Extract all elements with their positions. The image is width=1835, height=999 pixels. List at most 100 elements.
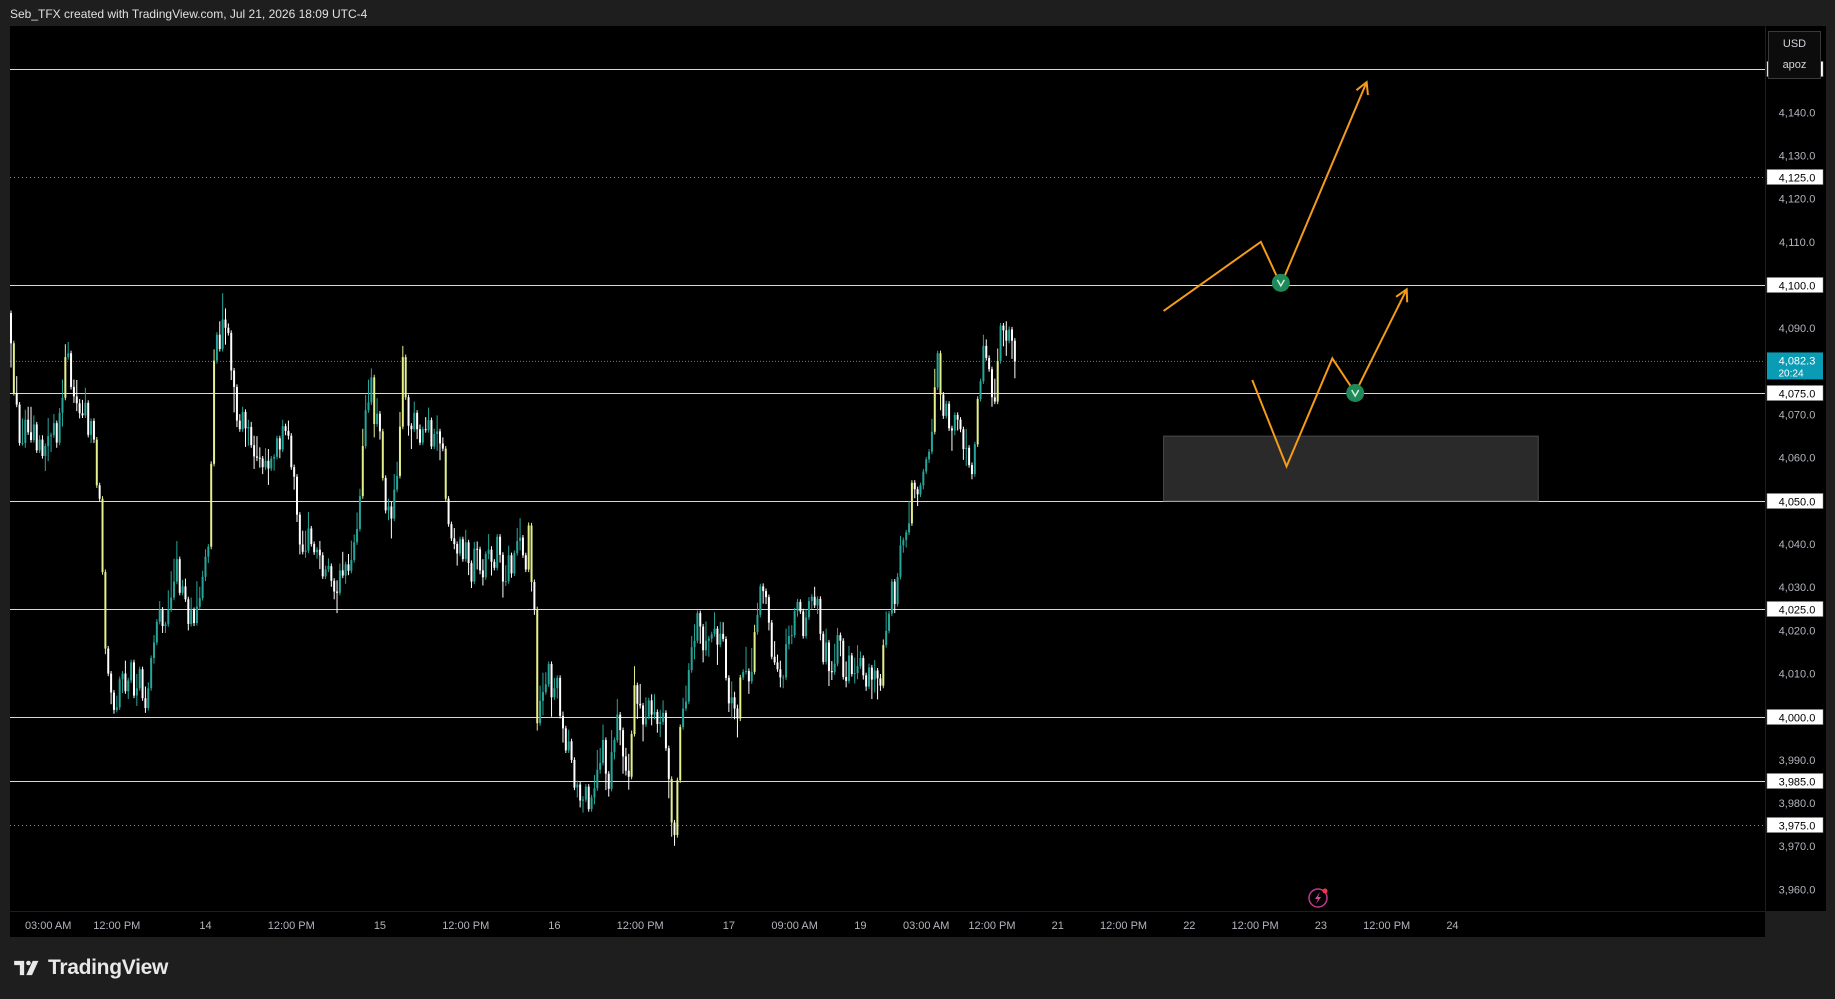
time-tick-label: 12:00 PM [268, 920, 315, 932]
candle-body [822, 633, 825, 662]
time-tick-label: 17 [723, 920, 735, 932]
candle-body [447, 498, 450, 525]
candle-body [430, 420, 433, 447]
candle-body [396, 475, 399, 490]
demand-zone[interactable] [1163, 435, 1539, 502]
candle-body [499, 536, 502, 555]
candle-body [215, 334, 218, 361]
candle-body [988, 357, 991, 370]
candle-body [968, 447, 971, 466]
entry-marker[interactable] [1346, 383, 1365, 402]
currency-unit-selector[interactable]: USD apoz [1768, 31, 1821, 79]
candle-body [707, 638, 710, 641]
candle-body [659, 721, 662, 725]
level-price-label: 4,075.0 [1779, 389, 1816, 401]
price-tick-label: 4,090.0 [1779, 323, 1816, 335]
candle-body [175, 559, 178, 582]
candle-body [524, 555, 527, 570]
candle-body [373, 377, 376, 425]
current-price-label: 4,082.3 [1779, 355, 1816, 367]
candle-body [836, 635, 839, 664]
candle-body [513, 553, 516, 574]
candle-body [979, 381, 982, 399]
candle-body [481, 570, 484, 578]
candle-body [155, 621, 158, 643]
candle-body [950, 428, 953, 431]
candle-body [667, 748, 670, 779]
candle-body [364, 410, 367, 447]
candle-body [790, 635, 793, 637]
candle-body [679, 727, 682, 781]
candle-body [198, 598, 201, 607]
candle-body [716, 628, 719, 645]
candle-body [75, 396, 78, 404]
candle-body [765, 591, 768, 598]
candle-body [195, 606, 198, 624]
candle-body [484, 553, 487, 578]
candle-body [776, 662, 779, 670]
price-chart[interactable]: 3,960.0 3,970.0 3,980.0 3,990.0 4,000.0 4,010… [0, 0, 1835, 999]
candle-body [699, 613, 702, 627]
time-tick-label: 03:00 AM [25, 920, 71, 932]
price-tick-label: 4,140.0 [1779, 107, 1816, 119]
candle-body [132, 662, 135, 696]
candle-body [376, 413, 379, 425]
candle-body [610, 752, 613, 789]
candle-body [327, 566, 330, 570]
candle-body [493, 561, 496, 568]
candle-body [418, 429, 421, 443]
candle-body [842, 640, 845, 678]
candle-body [799, 601, 802, 612]
candle-body [95, 439, 98, 486]
candle-body [238, 420, 241, 430]
candle-body [582, 799, 584, 801]
candle-body [224, 319, 227, 328]
price-tick-label: 4,040.0 [1779, 539, 1816, 551]
candle-body [739, 677, 742, 719]
candle-body [573, 759, 576, 788]
level-price-label: 4,050.0 [1779, 497, 1816, 509]
candle-body [756, 614, 759, 633]
candle-body [316, 549, 319, 553]
candle-body [250, 427, 253, 446]
candle-body [273, 456, 276, 459]
candle-body [888, 613, 891, 631]
candle-body [207, 546, 210, 557]
tradingview-logo[interactable]: TradingView [12, 956, 168, 980]
candle-body [439, 431, 441, 444]
candle-body [158, 610, 161, 622]
candle-body [807, 601, 810, 618]
candle-body [358, 496, 361, 529]
candle-body [10, 313, 12, 344]
candle-body [293, 467, 296, 477]
level-price-label: 3,975.0 [1779, 821, 1816, 833]
candle-body [802, 611, 805, 637]
price-tick-label: 3,970.0 [1779, 841, 1816, 853]
candle-body [241, 411, 244, 430]
price-tick-label: 4,120.0 [1779, 194, 1816, 206]
price-tick-label: 4,110.0 [1779, 237, 1815, 249]
candle-body [387, 506, 390, 511]
candle-body [32, 424, 35, 441]
candle-body [404, 357, 407, 398]
candle-body [504, 581, 507, 583]
candle-body [115, 707, 118, 710]
candle-body [72, 386, 75, 397]
candle-body [702, 626, 705, 651]
candle-body [825, 642, 828, 662]
candle-body [970, 465, 973, 475]
time-tick-label: 15 [374, 920, 386, 932]
candle-body [130, 662, 133, 681]
candle-body [127, 680, 130, 692]
candle-body [736, 708, 739, 719]
candle-body [644, 716, 647, 725]
candle-body [487, 549, 490, 554]
candle-body [410, 425, 413, 430]
entry-marker[interactable] [1271, 273, 1290, 292]
candle-body [190, 610, 193, 624]
candle-body [910, 482, 913, 524]
candle-body [853, 673, 856, 675]
candle-body [267, 460, 270, 469]
candle-body [945, 403, 948, 416]
candle-body [15, 392, 18, 405]
